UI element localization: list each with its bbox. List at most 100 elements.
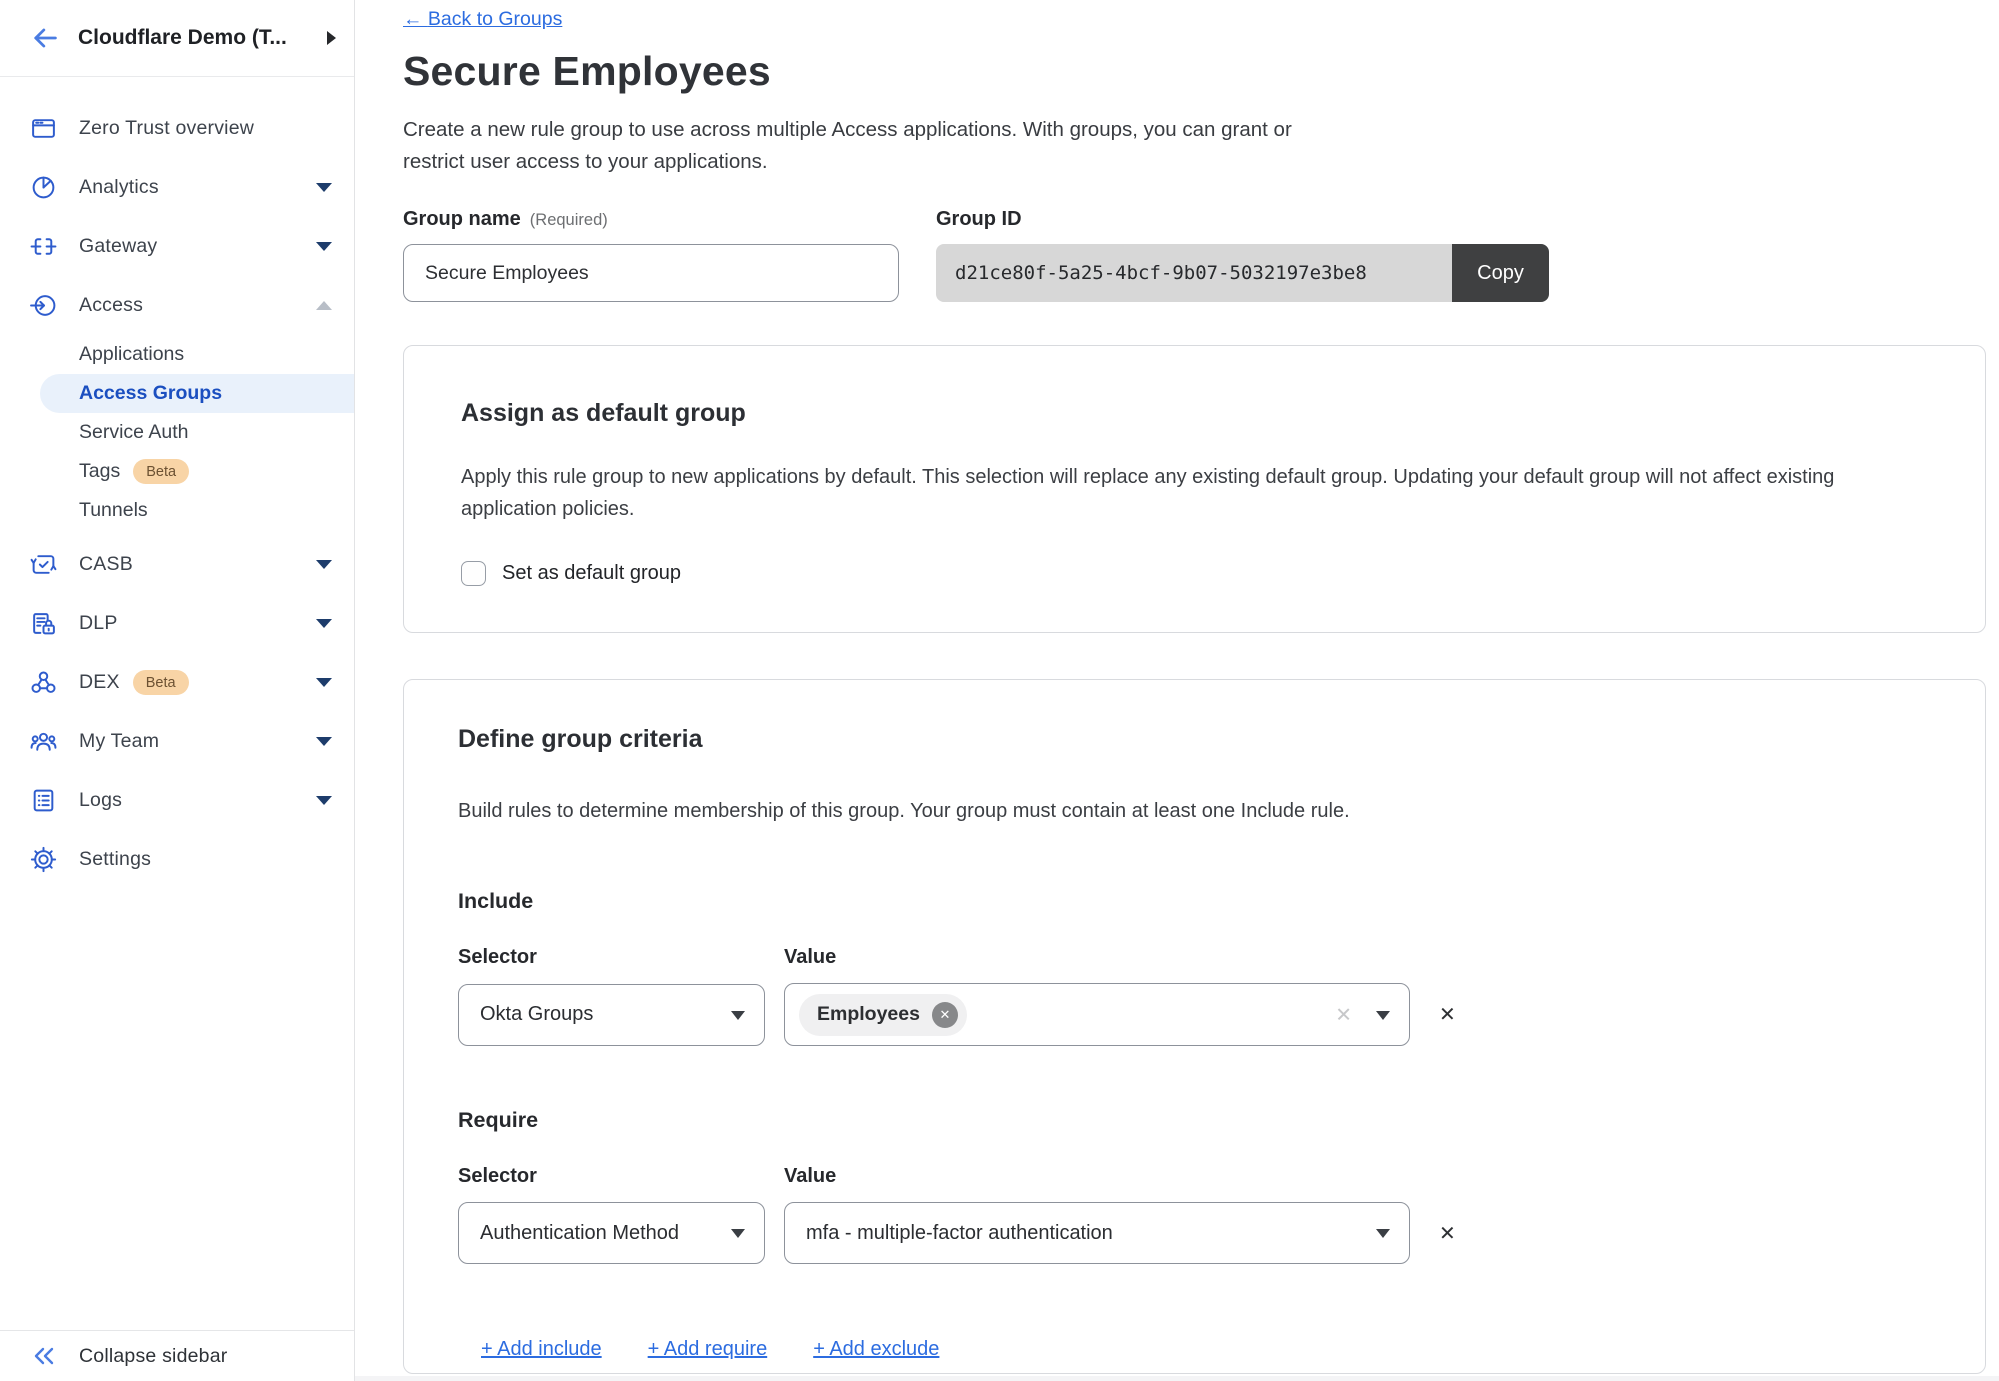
access-arrow-circle-icon [30,292,57,319]
include-heading: Include [458,889,1931,914]
sidebar-item-settings[interactable]: Settings [0,830,354,889]
rule-actions: + Add include + Add require + Add exclud… [458,1338,1931,1361]
require-selector-value: Authentication Method [480,1222,679,1245]
sidebar-item-label: My Team [79,730,159,753]
account-menu-expand-icon[interactable] [327,31,336,45]
add-include-link[interactable]: + Add include [481,1338,602,1361]
sync-check-icon [30,551,57,578]
chevron-down-icon [316,796,332,805]
default-group-checkbox-label: Set as default group [502,562,681,585]
main-content: ← Back to Groups Secure Employees Create… [355,0,1999,1381]
people-icon [30,728,57,755]
chevron-down-icon [316,560,332,569]
network-nodes-icon [30,669,57,696]
clear-values-icon[interactable]: ✕ [1335,1002,1352,1027]
account-title: Cloudflare Demo (T... [78,26,327,50]
sidebar-item-applications[interactable]: Applications [0,335,354,374]
double-chevron-left-icon [30,1343,57,1370]
sidebar-item-label: Zero Trust overview [79,117,254,140]
remove-include-rule-icon[interactable]: ✕ [1439,1002,1456,1027]
back-to-groups-link[interactable]: ← Back to Groups [403,8,562,31]
add-require-link[interactable]: + Add require [648,1338,768,1361]
add-exclude-link[interactable]: + Add exclude [813,1338,939,1361]
group-name-input[interactable] [403,244,899,302]
sidebar-item-tunnels[interactable]: Tunnels [0,491,354,530]
back-arrow-icon[interactable] [28,21,62,55]
sidebar-item-access-groups[interactable]: Access Groups [40,374,354,413]
default-group-card-description: Apply this rule group to new application… [461,461,1921,525]
require-selector-label: Selector [458,1165,784,1188]
sidebar-item-access[interactable]: Access [0,276,354,335]
sidebar-item-dlp[interactable]: DLP [0,594,354,653]
group-id-field-group: Group ID d21ce80f-5a25-4bcf-9b07-5032197… [936,208,1549,302]
sidebar-item-label: Settings [79,848,151,871]
sidebar-item-label: Gateway [79,235,157,258]
criteria-card: Define group criteria Build rules to det… [403,679,1986,1374]
dropdown-caret-icon [731,1229,745,1238]
collapse-sidebar-label: Collapse sidebar [79,1345,227,1368]
chevron-down-icon [316,619,332,628]
chevron-up-icon [316,301,332,310]
sidebar-item-dex[interactable]: DEX Beta [0,653,354,712]
sidebar-item-zero-trust-overview[interactable]: Zero Trust overview [0,99,354,158]
chevron-down-icon [316,242,332,251]
sidebar-item-label: CASB [79,553,133,576]
sidebar-item-label: DEX [79,671,120,694]
dropdown-caret-icon [731,1011,745,1020]
remove-chip-icon[interactable]: ✕ [932,1002,958,1028]
require-value-dropdown[interactable]: mfa - multiple-factor authentication [784,1202,1410,1264]
require-selector-dropdown[interactable]: Authentication Method [458,1202,765,1264]
beta-badge: Beta [133,670,189,696]
default-group-checkbox[interactable] [461,561,486,586]
include-value-multiselect[interactable]: Employees ✕ ✕ [784,983,1410,1046]
left-arrow-icon: ← [403,8,423,30]
sidebar-item-service-auth[interactable]: Service Auth [0,413,354,452]
dropdown-caret-icon [1376,1011,1390,1020]
value-chip-label: Employees [817,1003,920,1026]
pie-chart-icon [30,174,57,201]
criteria-card-description: Build rules to determine membership of t… [458,795,1918,827]
criteria-card-title: Define group criteria [458,724,1931,755]
page-bottom-edge [355,1376,1999,1381]
group-id-value: d21ce80f-5a25-4bcf-9b07-5032197e3be8 [936,244,1452,302]
dropdown-caret-icon [1376,1229,1390,1238]
sidebar-item-label: Access [79,294,143,317]
sidebar-item-label: Access Groups [79,382,222,405]
sidebar-item-label: Tags [79,460,120,483]
sidebar-item-gateway[interactable]: Gateway [0,217,354,276]
sidebar-item-label: Service Auth [79,421,188,444]
gear-icon [30,846,57,873]
sidebar-item-analytics[interactable]: Analytics [0,158,354,217]
sidebar-item-casb[interactable]: CASB [0,535,354,594]
remove-require-rule-icon[interactable]: ✕ [1439,1221,1456,1246]
include-selector-label: Selector [458,946,784,969]
sidebar-item-my-team[interactable]: My Team [0,712,354,771]
sidebar-header: Cloudflare Demo (T... [0,0,354,77]
gateway-icon [30,233,57,260]
chevron-down-icon [316,737,332,746]
default-group-card: Assign as default group Apply this rule … [403,345,1986,633]
group-name-label: Group name [403,208,521,231]
include-rule-row: Okta Groups Employees ✕ ✕ ✕ [458,983,1931,1046]
sidebar-item-tags[interactable]: Tags Beta [0,452,354,491]
page-description: Create a new rule group to use across mu… [403,114,1351,178]
document-lock-icon [30,610,57,637]
default-group-card-title: Assign as default group [461,398,1928,429]
sidebar-nav: Zero Trust overview Analytics Gateway [0,77,354,889]
zero-trust-dashboard: Cloudflare Demo (T... Zero Trust overvie… [0,0,1999,1381]
value-chip: Employees ✕ [799,994,967,1036]
sidebar-item-label: Tunnels [79,499,148,522]
copy-button[interactable]: Copy [1452,244,1549,302]
sidebar-item-logs[interactable]: Logs [0,771,354,830]
browser-window-icon [30,115,57,142]
page-title: Secure Employees [403,49,1985,94]
require-value: mfa - multiple-factor authentication [806,1222,1113,1245]
sidebar-item-label: Applications [79,343,184,366]
require-value-label: Value [784,1165,836,1188]
sidebar: Cloudflare Demo (T... Zero Trust overvie… [0,0,355,1381]
collapse-sidebar-button[interactable]: Collapse sidebar [0,1330,354,1381]
group-id-label: Group ID [936,208,1022,231]
include-selector-dropdown[interactable]: Okta Groups [458,984,765,1046]
list-document-icon [30,787,57,814]
require-rule-row: Authentication Method mfa - multiple-fac… [458,1202,1931,1264]
